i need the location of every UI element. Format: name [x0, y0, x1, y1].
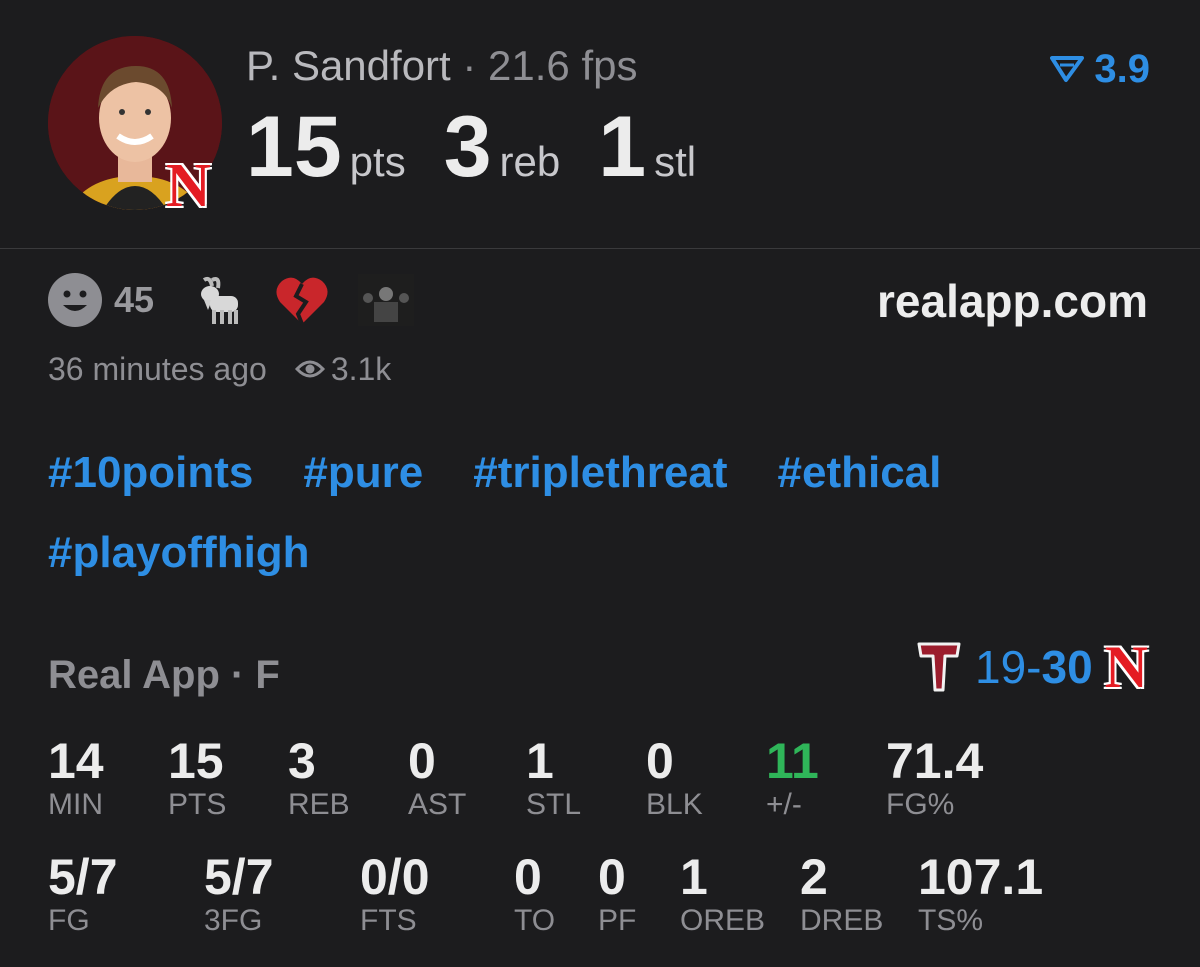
stat-label: REB [288, 788, 350, 821]
nebraska-logo: N [166, 152, 211, 220]
hashtag[interactable]: #pure [303, 448, 423, 498]
hashtag[interactable]: #ethical [778, 448, 942, 498]
stat-value: 5/7 [204, 849, 274, 905]
stat-min: 14 MIN [48, 734, 104, 822]
stat-fts: 0/0 FTS [360, 850, 430, 938]
stat-dreb: 2 DREB [800, 850, 883, 938]
home-score: 30 [1041, 641, 1093, 693]
reaction-gif-thumbnail[interactable] [358, 274, 415, 326]
stat-reb: 3 REB [288, 734, 350, 822]
headline-stat-unit: reb [499, 138, 561, 185]
stat-value: 0 [408, 733, 436, 789]
stat-label: BLK [646, 788, 703, 821]
stat-label: FTS [360, 904, 417, 937]
headline-stat-unit: stl [654, 138, 697, 185]
stat-fg-pct: 71.4 FG% [886, 734, 983, 822]
stat-value: 11 [766, 733, 819, 789]
rating-value: 3.9 [1094, 47, 1150, 91]
stat-label: PF [598, 904, 637, 937]
stat-label: MIN [48, 788, 103, 821]
hashtag[interactable]: #playoffhigh [48, 528, 310, 578]
stat-value: 107.1 [918, 849, 1044, 905]
reactions-bar: 45 [48, 270, 415, 330]
stat-label: PTS [168, 788, 227, 821]
headline-stats: 15 pts 3 reb 1 stl [246, 104, 734, 205]
stat-value: 1 [526, 733, 554, 789]
score-dash: - [1026, 641, 1042, 693]
stat-label: TS% [918, 904, 984, 937]
stat-label: AST [408, 788, 467, 821]
stat-value: 2 [800, 849, 828, 905]
stat-label: FG% [886, 788, 955, 821]
stat-value: 0 [598, 849, 626, 905]
game-score[interactable]: 19-30 N [915, 634, 1148, 700]
score-text: 19-30 [975, 640, 1093, 694]
game-title: Real App · F [48, 653, 280, 697]
post-meta: 36 minutes ago 3.1k [48, 348, 391, 390]
stat-label: +/- [766, 788, 802, 821]
site-link[interactable]: realapp.com [877, 272, 1148, 330]
broken-heart-icon[interactable] [274, 274, 330, 326]
stat-value: 3 [288, 733, 316, 789]
stat-label: TO [514, 904, 556, 937]
stat-ast: 0 AST [408, 734, 466, 822]
stat-label: DREB [800, 904, 884, 937]
stat-to: 0 TO [514, 850, 555, 938]
real-logo-icon [1050, 56, 1085, 82]
stat-label: 3FG [204, 904, 263, 937]
hashtag-list: #10points #pure #triplethreat #ethical #… [48, 448, 1158, 578]
stat-pts: 15 PTS [168, 734, 226, 822]
views: 3.1k [294, 348, 392, 390]
time-ago: 36 minutes ago [48, 351, 267, 387]
view-count: 3.1k [330, 351, 392, 387]
stat-value: 15 [168, 733, 224, 789]
stat-blk: 0 BLK [646, 734, 703, 822]
name-separator: · [450, 42, 489, 89]
player-name[interactable]: P. Sandfort [246, 42, 451, 89]
hashtag[interactable]: #triplethreat [473, 448, 727, 498]
nebraska-logo: N [1104, 634, 1148, 700]
stat-pf: 0 PF [598, 850, 636, 938]
hashtag[interactable]: #10points [48, 448, 253, 498]
rating-badge[interactable]: 3.9 [1050, 44, 1150, 94]
stat-stl: 1 STL [526, 734, 581, 822]
stat-label: OREB [680, 904, 766, 937]
stat-oreb: 1 OREB [680, 850, 765, 938]
stat-value: 5/7 [48, 849, 118, 905]
headline-stat-value: 1 [598, 99, 647, 195]
reaction-count: 45 [114, 279, 155, 320]
stat-label: FG [48, 904, 90, 937]
stat-value: 0 [514, 849, 542, 905]
headline-stat-unit: pts [349, 138, 406, 185]
stat-value: 1 [680, 849, 708, 905]
stat-value: 14 [48, 733, 104, 789]
stat-label: STL [526, 788, 582, 821]
headline-stat-value: 3 [443, 99, 492, 195]
troy-logo [917, 642, 961, 692]
away-score: 19 [974, 641, 1027, 693]
player-name-line: P. Sandfort · 21.6 fps [246, 40, 638, 92]
headline-stat-value: 15 [246, 99, 342, 195]
stat-value: 71.4 [886, 733, 984, 789]
stat-value: 0/0 [360, 849, 430, 905]
stat-plus-minus: 11 +/- [766, 734, 819, 822]
stat-value: 0 [646, 733, 674, 789]
eye-icon [294, 360, 325, 378]
stat-fg: 5/7 FG [48, 850, 118, 938]
fps-value: 21.6 fps [488, 42, 638, 89]
stat-ts-pct: 107.1 TS% [918, 850, 1043, 938]
smiley-face-icon[interactable] [48, 273, 102, 327]
divider [0, 248, 1200, 249]
stat-3fg: 5/7 3FG [204, 850, 274, 938]
goat-icon[interactable] [190, 272, 246, 328]
